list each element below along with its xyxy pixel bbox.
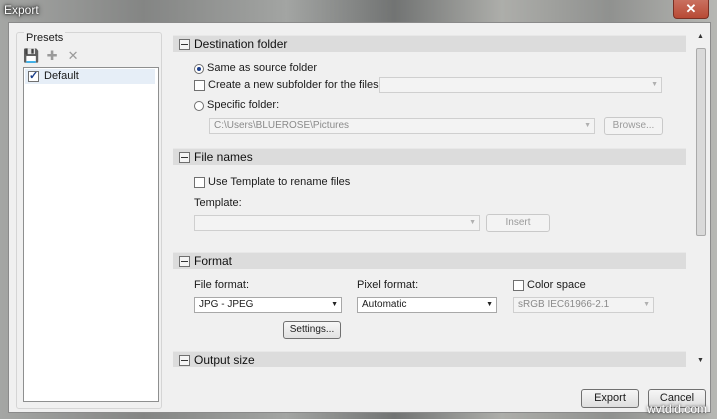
delete-icon[interactable]: ✕ xyxy=(65,48,81,64)
use-template-checkbox[interactable] xyxy=(194,177,205,188)
same-as-source-label: Same as source folder xyxy=(207,62,318,74)
create-subfolder-label: Create a new subfolder for the files: xyxy=(208,79,382,91)
collapse-icon[interactable] xyxy=(179,39,190,50)
chevron-down-icon: ▼ xyxy=(469,219,476,226)
output-size-header[interactable]: Output size xyxy=(173,351,686,367)
chevron-down-icon: ▼ xyxy=(486,301,493,308)
dialog-client-area: Presets 💾 ✚ ✕ Default Destination folder xyxy=(8,22,711,413)
chevron-down-icon: ▼ xyxy=(584,122,591,129)
pixel-format-label: Pixel format: xyxy=(357,279,419,291)
destination-folder-header[interactable]: Destination folder xyxy=(173,35,686,52)
title-bar[interactable]: Export ✕ xyxy=(0,0,717,20)
vertical-scrollbar[interactable]: ▲ ▼ xyxy=(695,31,706,367)
color-space-checkbox[interactable] xyxy=(513,280,524,291)
file-format-label: File format: xyxy=(194,279,250,291)
presets-label: Presets xyxy=(24,32,66,44)
presets-list[interactable]: Default xyxy=(23,67,159,402)
add-icon[interactable]: ✚ xyxy=(44,48,60,64)
export-dialog: Export ✕ Presets 💾 ✚ ✕ Default xyxy=(0,0,717,419)
color-space-select[interactable]: sRGB IEC61966-2.1 ▼ xyxy=(513,297,654,313)
file-format-select[interactable]: JPG - JPEG ▼ xyxy=(194,297,342,313)
preset-label: Default xyxy=(44,70,79,82)
subfolder-combo[interactable]: ▼ xyxy=(379,77,662,93)
use-template-label: Use Template to rename files xyxy=(208,176,351,188)
close-icon: ✕ xyxy=(685,1,697,16)
chevron-down-icon: ▼ xyxy=(331,301,338,308)
section-title: Destination folder xyxy=(194,37,288,51)
section-title: File names xyxy=(194,150,253,164)
folder-path-value: C:\Users\BLUEROSE\Pictures xyxy=(214,120,350,131)
watermark-text: wvtdid.com xyxy=(646,402,707,416)
save-icon[interactable]: 💾 xyxy=(23,48,39,64)
scroll-down-icon[interactable]: ▼ xyxy=(695,355,706,367)
template-label: Template: xyxy=(194,197,242,209)
file-names-header[interactable]: File names xyxy=(173,148,686,165)
pixel-format-value: Automatic xyxy=(362,299,407,310)
export-button[interactable]: Export xyxy=(581,389,639,408)
chevron-down-icon: ▼ xyxy=(651,81,658,88)
insert-button[interactable]: Insert xyxy=(486,214,550,232)
preset-checkbox[interactable] xyxy=(28,69,39,82)
template-combo[interactable]: ▼ xyxy=(194,215,480,231)
window-title: Export xyxy=(4,3,39,17)
file-format-value: JPG - JPEG xyxy=(199,299,254,310)
color-space-value: sRGB IEC61966-2.1 xyxy=(518,299,610,310)
section-title: Format xyxy=(194,254,233,268)
create-subfolder-checkbox[interactable] xyxy=(194,80,205,91)
pixel-format-select[interactable]: Automatic ▼ xyxy=(357,297,497,313)
format-header[interactable]: Format xyxy=(173,252,686,269)
preset-item-default[interactable]: Default xyxy=(25,69,155,84)
browse-button[interactable]: Browse... xyxy=(604,117,663,135)
presets-toolbar: 💾 ✚ ✕ xyxy=(23,48,83,66)
specific-folder-radio[interactable] xyxy=(194,101,204,111)
presets-panel: Presets 💾 ✚ ✕ Default xyxy=(16,32,162,409)
color-space-label: Color space xyxy=(527,279,586,291)
scrollbar-thumb[interactable] xyxy=(696,48,706,236)
chevron-down-icon: ▼ xyxy=(643,301,650,308)
collapse-icon[interactable] xyxy=(179,355,190,366)
scroll-up-icon[interactable]: ▲ xyxy=(695,31,706,43)
settings-scroll-area: Destination folder Same as source folder… xyxy=(173,31,695,367)
section-title: Output size xyxy=(194,353,255,367)
folder-path-combo[interactable]: C:\Users\BLUEROSE\Pictures ▼ xyxy=(209,118,595,134)
settings-button[interactable]: Settings... xyxy=(283,321,341,339)
collapse-icon[interactable] xyxy=(179,152,190,163)
collapse-icon[interactable] xyxy=(179,256,190,267)
same-as-source-radio[interactable] xyxy=(194,64,204,74)
specific-folder-label: Specific folder: xyxy=(207,99,280,111)
close-button[interactable]: ✕ xyxy=(673,0,709,19)
